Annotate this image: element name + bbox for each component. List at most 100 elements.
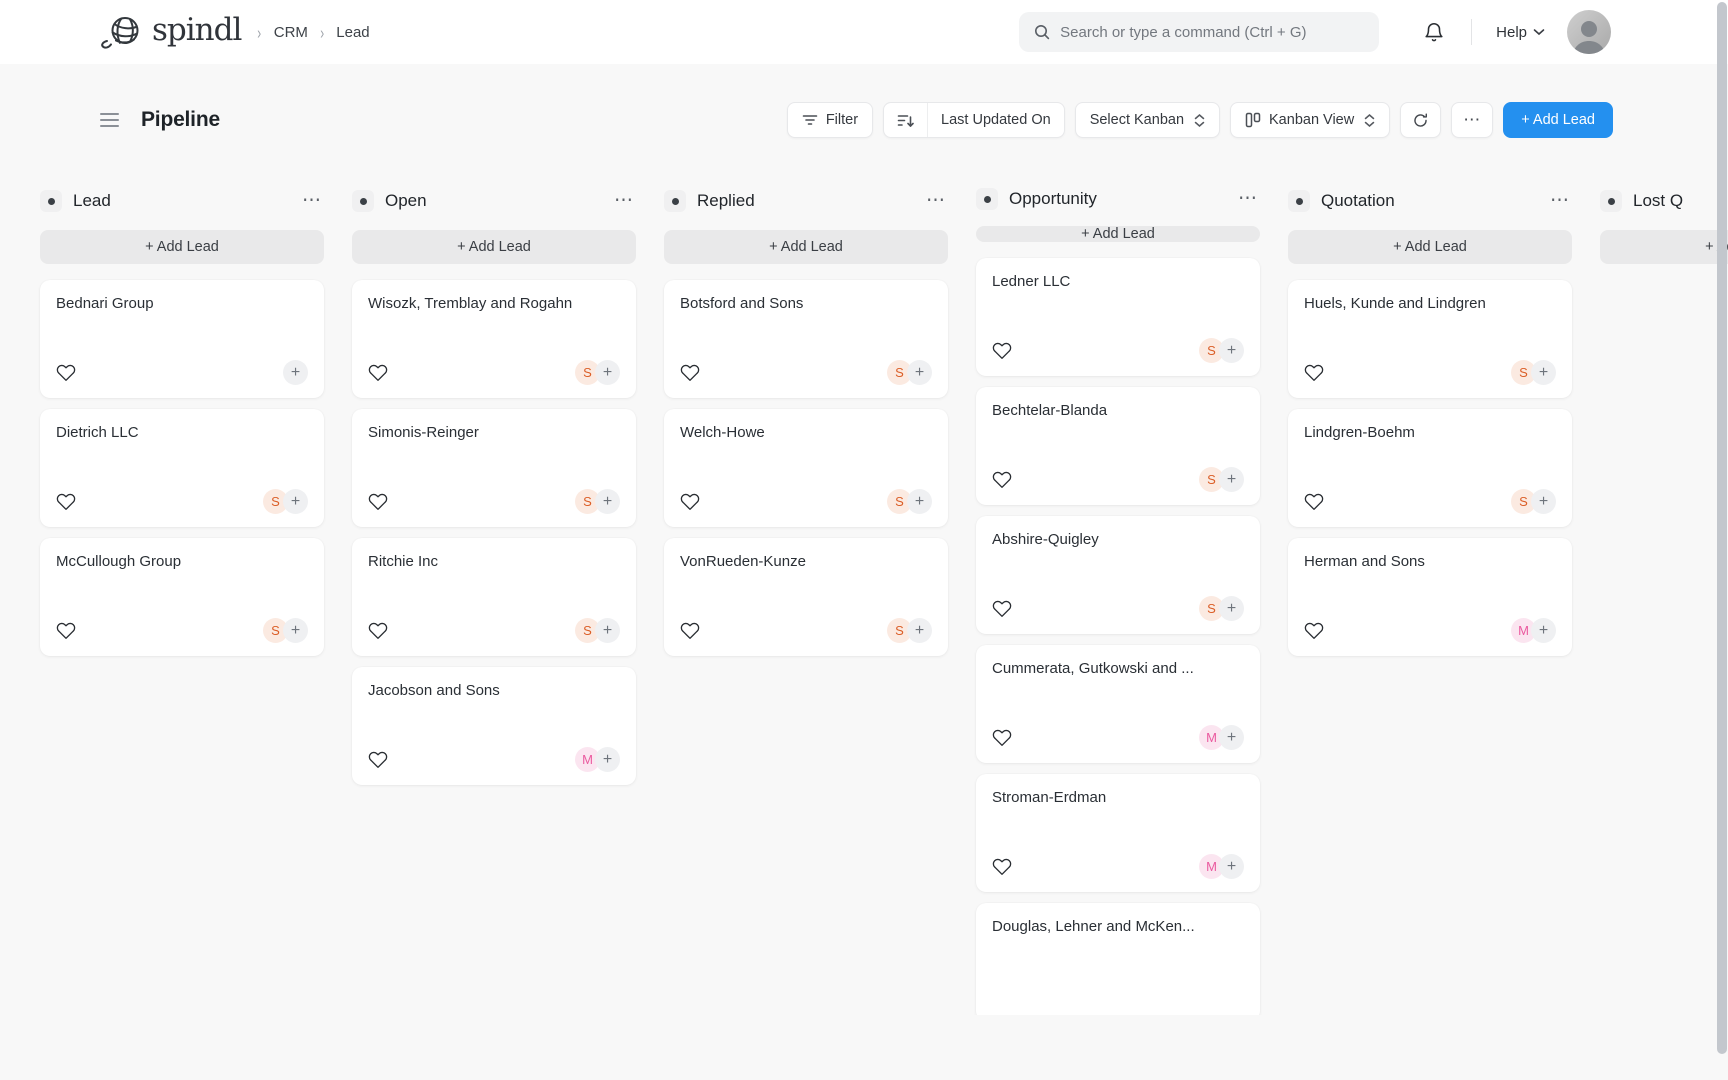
card-actions: M + (1511, 618, 1556, 643)
favorite-button[interactable] (992, 470, 1012, 489)
lead-card-title: Cummerata, Gutkowski and ... (992, 660, 1194, 677)
breadcrumb-lead[interactable]: Lead (336, 24, 369, 41)
plus-icon[interactable]: + (595, 360, 620, 385)
favorite-button[interactable] (368, 363, 388, 382)
plus-icon[interactable]: + (1531, 360, 1556, 385)
favorite-button[interactable] (680, 621, 700, 640)
favorite-button[interactable] (992, 341, 1012, 360)
help-menu-button[interactable]: Help (1496, 24, 1545, 41)
lead-card[interactable]: Douglas, Lehner and McKen... + (976, 903, 1260, 1015)
view-type-dropdown[interactable]: Kanban View (1230, 102, 1391, 138)
plus-icon[interactable]: + (283, 489, 308, 514)
plus-icon[interactable]: + (1219, 854, 1244, 879)
favorite-button[interactable] (992, 599, 1012, 618)
favorite-button[interactable] (56, 621, 76, 640)
column-header: Lost Q ⋯ (1600, 188, 1728, 214)
search-input[interactable] (1060, 23, 1366, 41)
app-logo[interactable]: spindl (98, 14, 242, 50)
plus-icon[interactable]: + (1531, 489, 1556, 514)
lead-card[interactable]: Jacobson and Sons M + (352, 667, 636, 785)
favorite-button[interactable] (1304, 492, 1324, 511)
user-avatar[interactable] (1567, 10, 1611, 54)
notifications-button[interactable] (1423, 21, 1445, 43)
sort-direction-button[interactable] (884, 103, 927, 137)
lead-card[interactable]: Simonis-Reinger S + (352, 409, 636, 527)
lead-card-title: Wisozk, Tremblay and Rogahn (368, 295, 573, 312)
favorite-button[interactable] (56, 363, 76, 382)
sort-field-button[interactable]: Last Updated On (927, 103, 1064, 137)
plus-icon[interactable]: + (1219, 725, 1244, 750)
plus-icon[interactable]: + (1531, 618, 1556, 643)
lead-card[interactable]: Herman and Sons M + (1288, 538, 1572, 656)
lead-card[interactable]: Welch-Howe S + (664, 409, 948, 527)
refresh-button[interactable] (1400, 102, 1442, 138)
lead-card[interactable]: Ritchie Inc S + (352, 538, 636, 656)
column-options-button[interactable]: ⋯ (1548, 191, 1572, 210)
view-type-label: Kanban View (1269, 112, 1355, 128)
lead-card[interactable]: Abshire-Quigley S + (976, 516, 1260, 634)
lead-card[interactable]: Cummerata, Gutkowski and ... M + (976, 645, 1260, 763)
vertical-scrollbar[interactable] (1716, 0, 1728, 1080)
column-title: Quotation (1321, 191, 1395, 210)
favorite-button[interactable] (1304, 621, 1324, 640)
column-options-button[interactable]: ⋯ (612, 191, 636, 210)
column-add-lead-button[interactable]: + Add Lead (40, 230, 324, 264)
lead-card[interactable]: Lindgren-Boehm S + (1288, 409, 1572, 527)
filter-button[interactable]: Filter (786, 102, 874, 138)
plus-icon[interactable]: + (1219, 596, 1244, 621)
column-add-lead-button[interactable]: + Add Lead (1288, 230, 1572, 264)
column-add-lead-button[interactable]: + Add Lead (976, 226, 1260, 242)
more-options-button[interactable]: ⋯ (1451, 102, 1494, 138)
heart-icon (56, 363, 76, 382)
card-actions: S + (263, 489, 308, 514)
column-title: Lead (73, 191, 111, 210)
favorite-button[interactable] (368, 492, 388, 511)
scrollbar-thumb[interactable] (1717, 2, 1727, 1054)
global-search[interactable] (1019, 12, 1380, 52)
favorite-button[interactable] (680, 363, 700, 382)
plus-icon[interactable]: + (595, 618, 620, 643)
lead-card-footer: + (56, 360, 308, 385)
plus-icon[interactable]: + (907, 360, 932, 385)
lead-card-title: Bechtelar-Blanda (992, 402, 1108, 419)
column-add-lead-button[interactable]: + Add Lead (664, 230, 948, 264)
column-options-button[interactable]: ⋯ (1236, 189, 1260, 208)
plus-icon[interactable]: + (595, 747, 620, 772)
plus-icon[interactable]: + (283, 618, 308, 643)
favorite-button[interactable] (56, 492, 76, 511)
plus-icon[interactable]: + (907, 618, 932, 643)
plus-icon[interactable]: + (595, 489, 620, 514)
kanban-column: Opportunity ⋯ + Add Lead Ledner LLC S + … (976, 188, 1260, 1015)
lead-card[interactable]: McCullough Group S + (40, 538, 324, 656)
card-actions: S + (887, 489, 932, 514)
lead-card[interactable]: Bechtelar-Blanda S + (976, 387, 1260, 505)
lead-card[interactable]: Stroman-Erdman M + (976, 774, 1260, 892)
menu-icon[interactable] (98, 109, 121, 131)
plus-icon[interactable]: + (1219, 467, 1244, 492)
status-dot-icon (1288, 190, 1310, 212)
favorite-button[interactable] (1304, 363, 1324, 382)
lead-card[interactable]: Wisozk, Tremblay and Rogahn S + (352, 280, 636, 398)
favorite-button[interactable] (368, 750, 388, 769)
lead-card[interactable]: VonRueden-Kunze S + (664, 538, 948, 656)
favorite-button[interactable] (368, 621, 388, 640)
plus-icon[interactable]: + (1219, 338, 1244, 363)
breadcrumb-crm[interactable]: CRM (274, 24, 308, 41)
select-kanban-dropdown[interactable]: Select Kanban (1074, 102, 1221, 138)
lead-card[interactable]: Botsford and Sons S + (664, 280, 948, 398)
plus-icon[interactable]: + (283, 360, 308, 385)
lead-card[interactable]: Bednari Group + (40, 280, 324, 398)
column-add-lead-button[interactable]: + Add Lead (352, 230, 636, 264)
lead-card-footer: S + (992, 467, 1244, 492)
favorite-button[interactable] (992, 728, 1012, 747)
lead-card[interactable]: Huels, Kunde and Lindgren S + (1288, 280, 1572, 398)
add-lead-button[interactable]: + Add Lead (1503, 102, 1613, 138)
lead-card[interactable]: Ledner LLC S + (976, 258, 1260, 376)
column-options-button[interactable]: ⋯ (300, 191, 324, 210)
favorite-button[interactable] (680, 492, 700, 511)
column-options-button[interactable]: ⋯ (924, 191, 948, 210)
plus-icon[interactable]: + (907, 489, 932, 514)
lead-card[interactable]: Dietrich LLC S + (40, 409, 324, 527)
favorite-button[interactable] (992, 857, 1012, 876)
column-add-lead-button[interactable]: + Add Lead (1600, 230, 1728, 264)
